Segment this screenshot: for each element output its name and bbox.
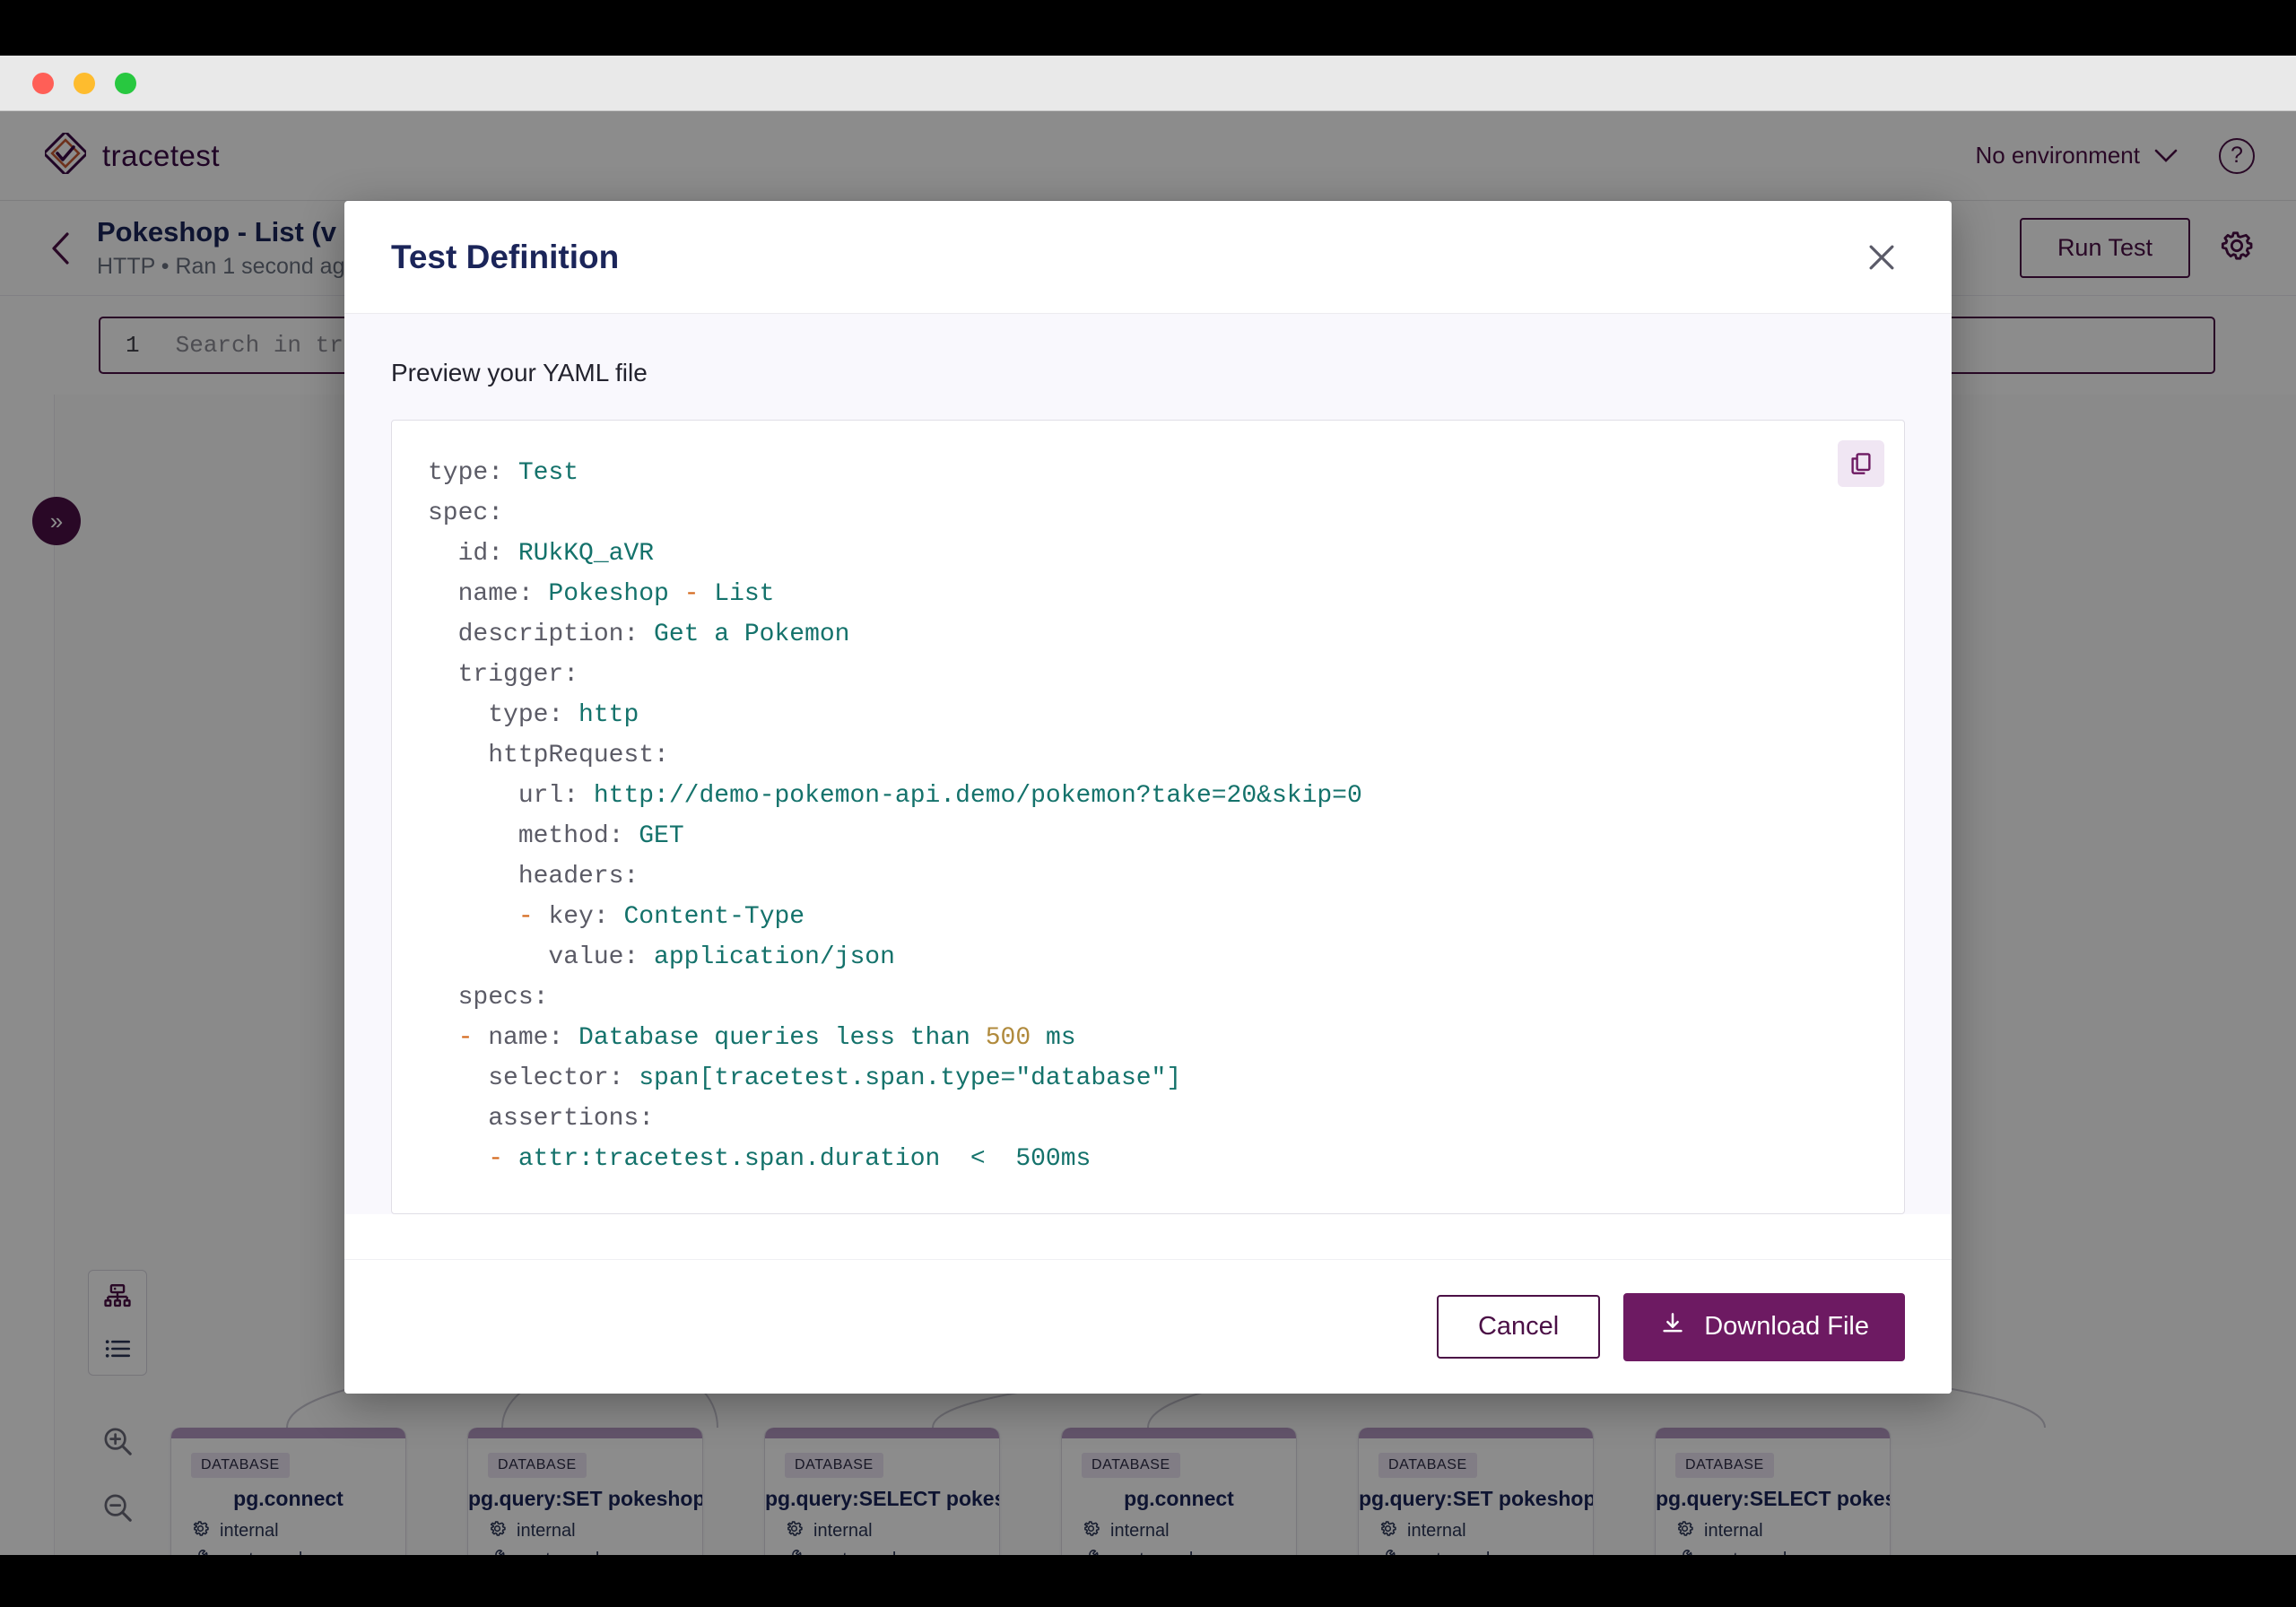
close-window-button[interactable] <box>32 72 54 94</box>
yaml-line: id: RUkKQ_aVR <box>428 540 655 568</box>
yaml-line: type: http <box>428 701 639 729</box>
dialog-title: Test Definition <box>391 238 620 275</box>
close-icon[interactable] <box>1858 234 1905 281</box>
yaml-line: spec: <box>428 499 504 527</box>
yaml-line: trigger: <box>428 661 579 689</box>
yaml-line: url: http://demo-pokemon-api.demo/pokemo… <box>428 782 1362 810</box>
test-definition-dialog: Test Definition Preview your YAML file t… <box>344 201 1952 1394</box>
download-file-label: Download File <box>1704 1312 1869 1341</box>
download-file-button[interactable]: Download File <box>1623 1292 1905 1361</box>
yaml-line: assertions: <box>428 1105 655 1133</box>
yaml-line: httpRequest: <box>428 742 669 769</box>
download-icon <box>1659 1310 1686 1344</box>
window-titlebar <box>0 56 2296 111</box>
traffic-lights <box>32 72 136 94</box>
minimize-window-button[interactable] <box>74 72 95 94</box>
yaml-line: description: Get a Pokemon <box>428 621 850 648</box>
preview-label: Preview your YAML file <box>391 359 648 387</box>
yaml-line: specs: <box>428 984 549 1012</box>
cancel-button[interactable]: Cancel <box>1436 1295 1601 1359</box>
os-window: tracetest No environment ? Pokeshop - Li… <box>0 0 2296 1607</box>
yaml-line: type: Test <box>428 459 579 487</box>
maximize-window-button[interactable] <box>115 72 136 94</box>
yaml-line: value: application/json <box>428 943 895 971</box>
yaml-preview-card: type: Test spec: id: RUkKQ_aVR name: Poke… <box>391 420 1905 1214</box>
app-viewport: tracetest No environment ? Pokeshop - Li… <box>0 111 2296 1555</box>
copy-icon[interactable] <box>1838 440 1884 487</box>
dialog-body: Preview your YAML file type: Test spec: i… <box>344 314 1952 1214</box>
yaml-line: name: Pokeshop - List <box>428 580 775 608</box>
dialog-footer: Cancel Download File <box>344 1259 1952 1394</box>
yaml-line: - attr:tracetest.span.duration < 500ms <box>488 1145 1091 1173</box>
dialog-header: Test Definition <box>344 201 1952 314</box>
yaml-line: - name: Database queries less than 500 m… <box>457 1024 1076 1052</box>
yaml-line: - key: Content-Type <box>517 903 805 931</box>
yaml-line: method: GET <box>428 822 684 850</box>
yaml-line: selector: span[tracetest.span.type="data… <box>428 1064 1182 1092</box>
yaml-content: type: Test spec: id: RUkKQ_aVR name: Poke… <box>428 453 1868 1179</box>
yaml-line: headers: <box>428 863 639 890</box>
